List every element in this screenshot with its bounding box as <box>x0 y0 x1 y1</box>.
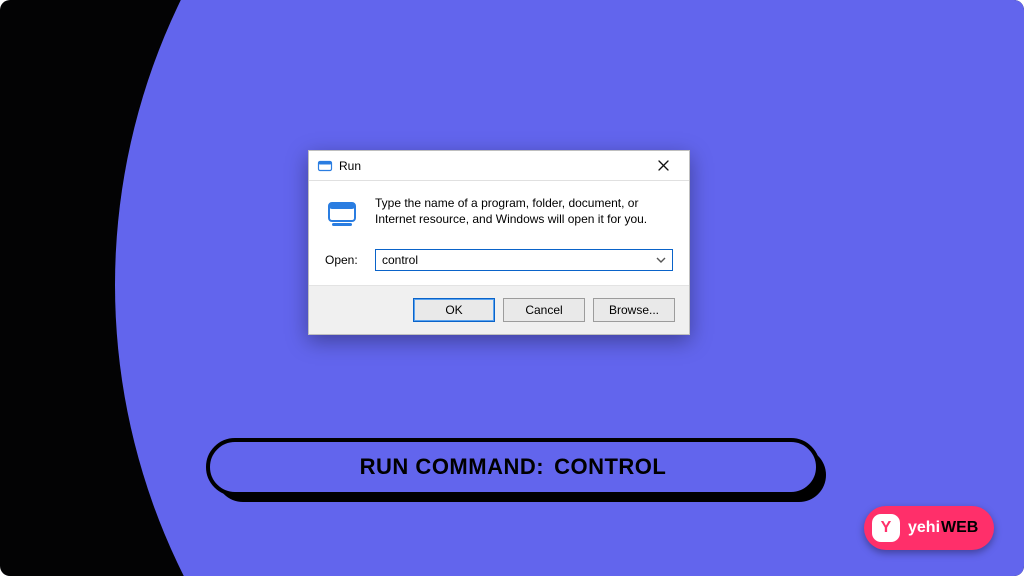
ok-button[interactable]: OK <box>413 298 495 322</box>
run-dialog: Run Type the name of a program, folder, … <box>308 150 690 335</box>
open-label: Open: <box>325 253 365 267</box>
titlebar[interactable]: Run <box>309 151 689 181</box>
run-title-icon <box>317 158 333 174</box>
brand-badge: Y yehi WEB <box>864 506 994 550</box>
stage: Run Type the name of a program, folder, … <box>0 0 1024 576</box>
caption-pill: RUN COMMAND: CONTROL <box>206 438 820 496</box>
dialog-button-row: OK Cancel Browse... <box>309 285 689 334</box>
brand-text-part1: yehi <box>908 519 940 537</box>
brand-text-part2: WEB <box>941 519 978 537</box>
brand-mark-icon: Y <box>872 514 900 542</box>
caption-prefix: RUN COMMAND: <box>360 454 544 480</box>
caption: RUN COMMAND: CONTROL <box>206 438 820 496</box>
caption-value: CONTROL <box>554 454 666 480</box>
dialog-body: Type the name of a program, folder, docu… <box>309 181 689 285</box>
cancel-button[interactable]: Cancel <box>503 298 585 322</box>
close-icon <box>658 160 669 171</box>
brand-text: yehi WEB <box>908 519 978 537</box>
open-combobox[interactable] <box>375 249 673 271</box>
dialog-description: Type the name of a program, folder, docu… <box>375 195 673 231</box>
open-input[interactable] <box>375 249 673 271</box>
browse-button[interactable]: Browse... <box>593 298 675 322</box>
close-button[interactable] <box>643 152 683 180</box>
dialog-title: Run <box>339 159 643 173</box>
run-app-icon <box>325 195 361 231</box>
